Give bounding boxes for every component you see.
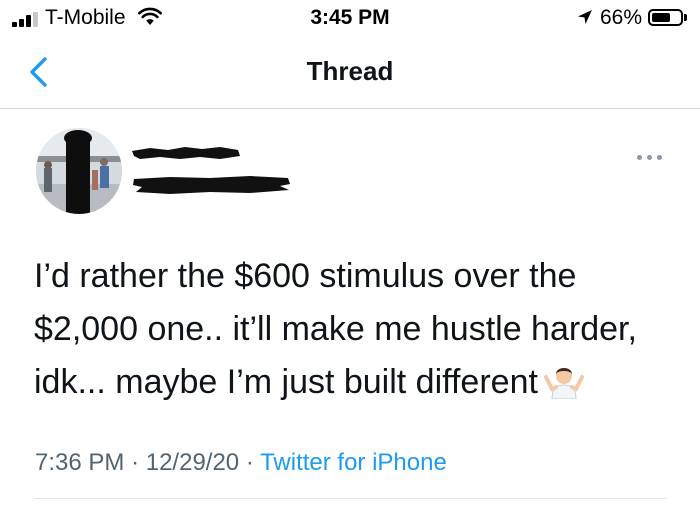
status-bar: T-Mobile 3:45 PM 66% <box>0 0 700 36</box>
divider <box>34 498 667 499</box>
more-options-button[interactable] <box>633 148 667 168</box>
battery-icon <box>648 9 683 26</box>
tweet-line: idk... maybe I’m just built different <box>34 356 674 409</box>
tweet-date: 12/29/20 <box>145 449 240 476</box>
tweet-line-text: idk... maybe I’m just built different <box>34 363 538 401</box>
tweet-line: $2,000 one.. it’ll make me hustle harder… <box>34 310 637 348</box>
author-handle-redacted <box>133 176 290 194</box>
tweet-metadata: 7:36 PM · 12/29/20 · Twitter for iPhone <box>35 449 447 477</box>
meta-separator: · <box>131 449 140 476</box>
avatar[interactable] <box>36 128 122 214</box>
page-title: Thread <box>306 56 394 86</box>
author-name-redacted <box>132 147 240 159</box>
man-shrugging-emoji <box>543 368 584 399</box>
nav-bar: Thread <box>0 36 700 109</box>
tweet-time: 7:36 PM <box>35 449 125 476</box>
tweet-text: I’d rather the $600 stimulus over the $2… <box>34 250 674 409</box>
tweet-source-link[interactable]: Twitter for iPhone <box>260 449 447 476</box>
location-arrow-icon <box>578 10 592 24</box>
avatar-photo <box>36 128 122 214</box>
status-time: 3:45 PM <box>310 6 390 29</box>
meta-separator: · <box>245 449 254 476</box>
battery-tip <box>684 14 687 21</box>
tweet-line: I’d rather the $600 stimulus over the <box>34 257 577 295</box>
battery-percent: 66% <box>600 6 643 29</box>
